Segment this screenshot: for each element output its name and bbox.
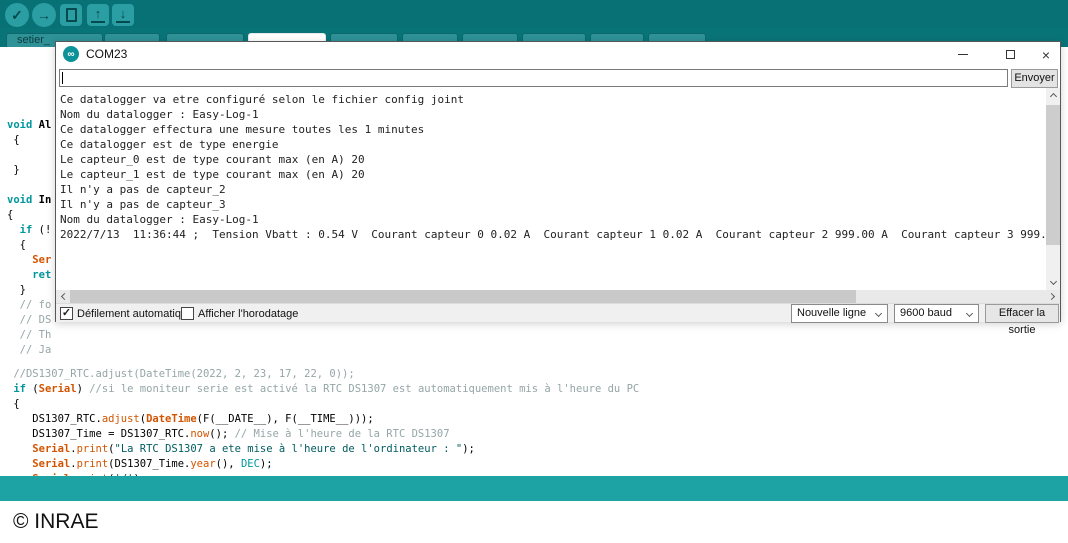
autoscroll-checkbox[interactable]: ✓ (60, 307, 73, 320)
upload-button[interactable]: → (32, 3, 56, 27)
serial-output-line: Il n'y a pas de capteur_3 (60, 197, 1046, 212)
maximize-button[interactable] (996, 42, 1024, 67)
code-line: // fo (7, 298, 51, 313)
code-line: void Al (7, 118, 51, 133)
timestamp-checkbox[interactable]: ✓ (181, 307, 194, 320)
window-titlebar[interactable]: ∞ COM23 × (56, 42, 1060, 67)
code-line: //DS1307_RTC.adjust(DateTime(2022, 2, 23… (7, 367, 639, 382)
code-line: // DS (7, 313, 51, 328)
footer: © INRAE (0, 501, 1068, 543)
code-line: if (Serial) //si le moniteur serie est a… (7, 382, 639, 397)
code-line: Serial.print(DS1307_Time.year(), DEC); (7, 457, 639, 472)
baud-rate-select[interactable]: 9600 baud (894, 304, 979, 323)
code-line: Ser (7, 253, 51, 268)
verify-button[interactable]: ✓ (5, 3, 29, 27)
arrow-up-icon: ↑ (95, 7, 102, 20)
serial-monitor-window: ∞ COM23 × Envoyer Ce datalogger va etre … (55, 41, 1061, 322)
code-line: DS1307_RTC.adjust(DateTime(F(__DATE__), … (7, 412, 639, 427)
open-sketch-button[interactable]: ↑ (87, 4, 109, 26)
new-sketch-button[interactable] (60, 4, 82, 26)
save-sketch-button[interactable]: ↓ (112, 4, 134, 26)
serial-output-line: Il n'y a pas de capteur_2 (60, 182, 1046, 197)
check-icon: ✓ (62, 308, 71, 319)
code-line: ret (7, 268, 51, 283)
horizontal-scrollbar[interactable] (56, 290, 1060, 303)
ide-toolbar: ✓ → ↑ ↓ (0, 0, 1068, 28)
minimize-icon (958, 54, 968, 55)
scroll-up-icon[interactable] (1046, 88, 1060, 102)
timestamp-label: Afficher l'horodatage (198, 308, 298, 320)
ide-status-bar (0, 476, 1068, 501)
serial-output-line: Nom du datalogger : Easy-Log-1 (60, 212, 1046, 227)
clear-output-button[interactable]: Effacer la sortie (985, 304, 1059, 323)
code-line (7, 178, 51, 193)
code-line: { (7, 397, 639, 412)
infinity-glyph: ∞ (67, 49, 74, 60)
tab-label: setier_ (17, 34, 50, 46)
code-line: { (7, 208, 51, 223)
document-icon (66, 8, 77, 22)
vertical-scroll-thumb[interactable] (1046, 105, 1060, 245)
minimize-button[interactable] (949, 42, 977, 67)
arrow-right-icon: → (37, 8, 51, 22)
line-ending-select[interactable]: Nouvelle ligne (791, 304, 888, 323)
serial-output-line: 2022/7/13 11:36:44 ; Tension Vbatt : 0.5… (60, 227, 1046, 242)
chevron-down-icon (875, 310, 882, 317)
code-left-column: void Al { }void In{ if (! { Ser ret } //… (7, 118, 51, 358)
code-line: DS1307_Time = DS1307_RTC.now(); // Mise … (7, 427, 639, 442)
arrow-down-icon: ↓ (120, 7, 127, 20)
chevron-down-icon (966, 310, 973, 317)
tray-bar-icon (116, 21, 130, 23)
autoscroll-label: Défilement automatique (77, 308, 193, 320)
code-line (7, 148, 51, 163)
maximize-icon (1006, 50, 1015, 59)
scroll-left-icon[interactable] (56, 290, 70, 303)
close-button[interactable]: × (1032, 42, 1060, 67)
send-button[interactable]: Envoyer (1011, 69, 1058, 88)
serial-output-line: Le capteur_1 est de type courant max (en… (60, 167, 1046, 182)
serial-output-line: Le capteur_0 est de type courant max (en… (60, 152, 1046, 167)
serial-output-line: Ce datalogger va etre configuré selon le… (60, 92, 1046, 107)
serial-input[interactable] (59, 69, 1008, 87)
check-icon: ✓ (11, 8, 23, 22)
serial-output-line: Nom du datalogger : Easy-Log-1 (60, 107, 1046, 122)
code-line: Serial.print("La RTC DS1307 a ete mise à… (7, 442, 639, 457)
code-line: } (7, 163, 51, 178)
copyright-text: © INRAE (13, 510, 99, 534)
serial-output[interactable]: Ce datalogger va etre configuré selon le… (56, 88, 1046, 290)
horizontal-scroll-thumb[interactable] (70, 290, 856, 303)
arduino-logo-icon: ∞ (63, 46, 79, 62)
line-ending-value: Nouvelle ligne (797, 307, 866, 319)
code-line: void In (7, 193, 51, 208)
serial-output-line: Ce datalogger effectura une mesure toute… (60, 122, 1046, 137)
window-title: COM23 (86, 47, 127, 61)
code-line: if (! (7, 223, 51, 238)
code-line: // Th (7, 328, 51, 343)
tray-bar-icon (91, 21, 105, 23)
code-line: // Ja (7, 343, 51, 358)
serial-output-line: Ce datalogger est de type energie (60, 137, 1046, 152)
close-icon: × (1042, 48, 1050, 62)
scroll-right-icon[interactable] (1046, 290, 1060, 303)
code-line: } (7, 283, 51, 298)
scroll-down-icon[interactable] (1046, 276, 1060, 290)
monitor-controls-bar: ✓ Défilement automatique ✓ Afficher l'ho… (56, 303, 1060, 322)
text-caret (62, 72, 63, 84)
baud-rate-value: 9600 baud (900, 307, 952, 319)
code-line: { (7, 238, 51, 253)
vertical-scrollbar[interactable] (1046, 88, 1060, 290)
code-line: { (7, 133, 51, 148)
